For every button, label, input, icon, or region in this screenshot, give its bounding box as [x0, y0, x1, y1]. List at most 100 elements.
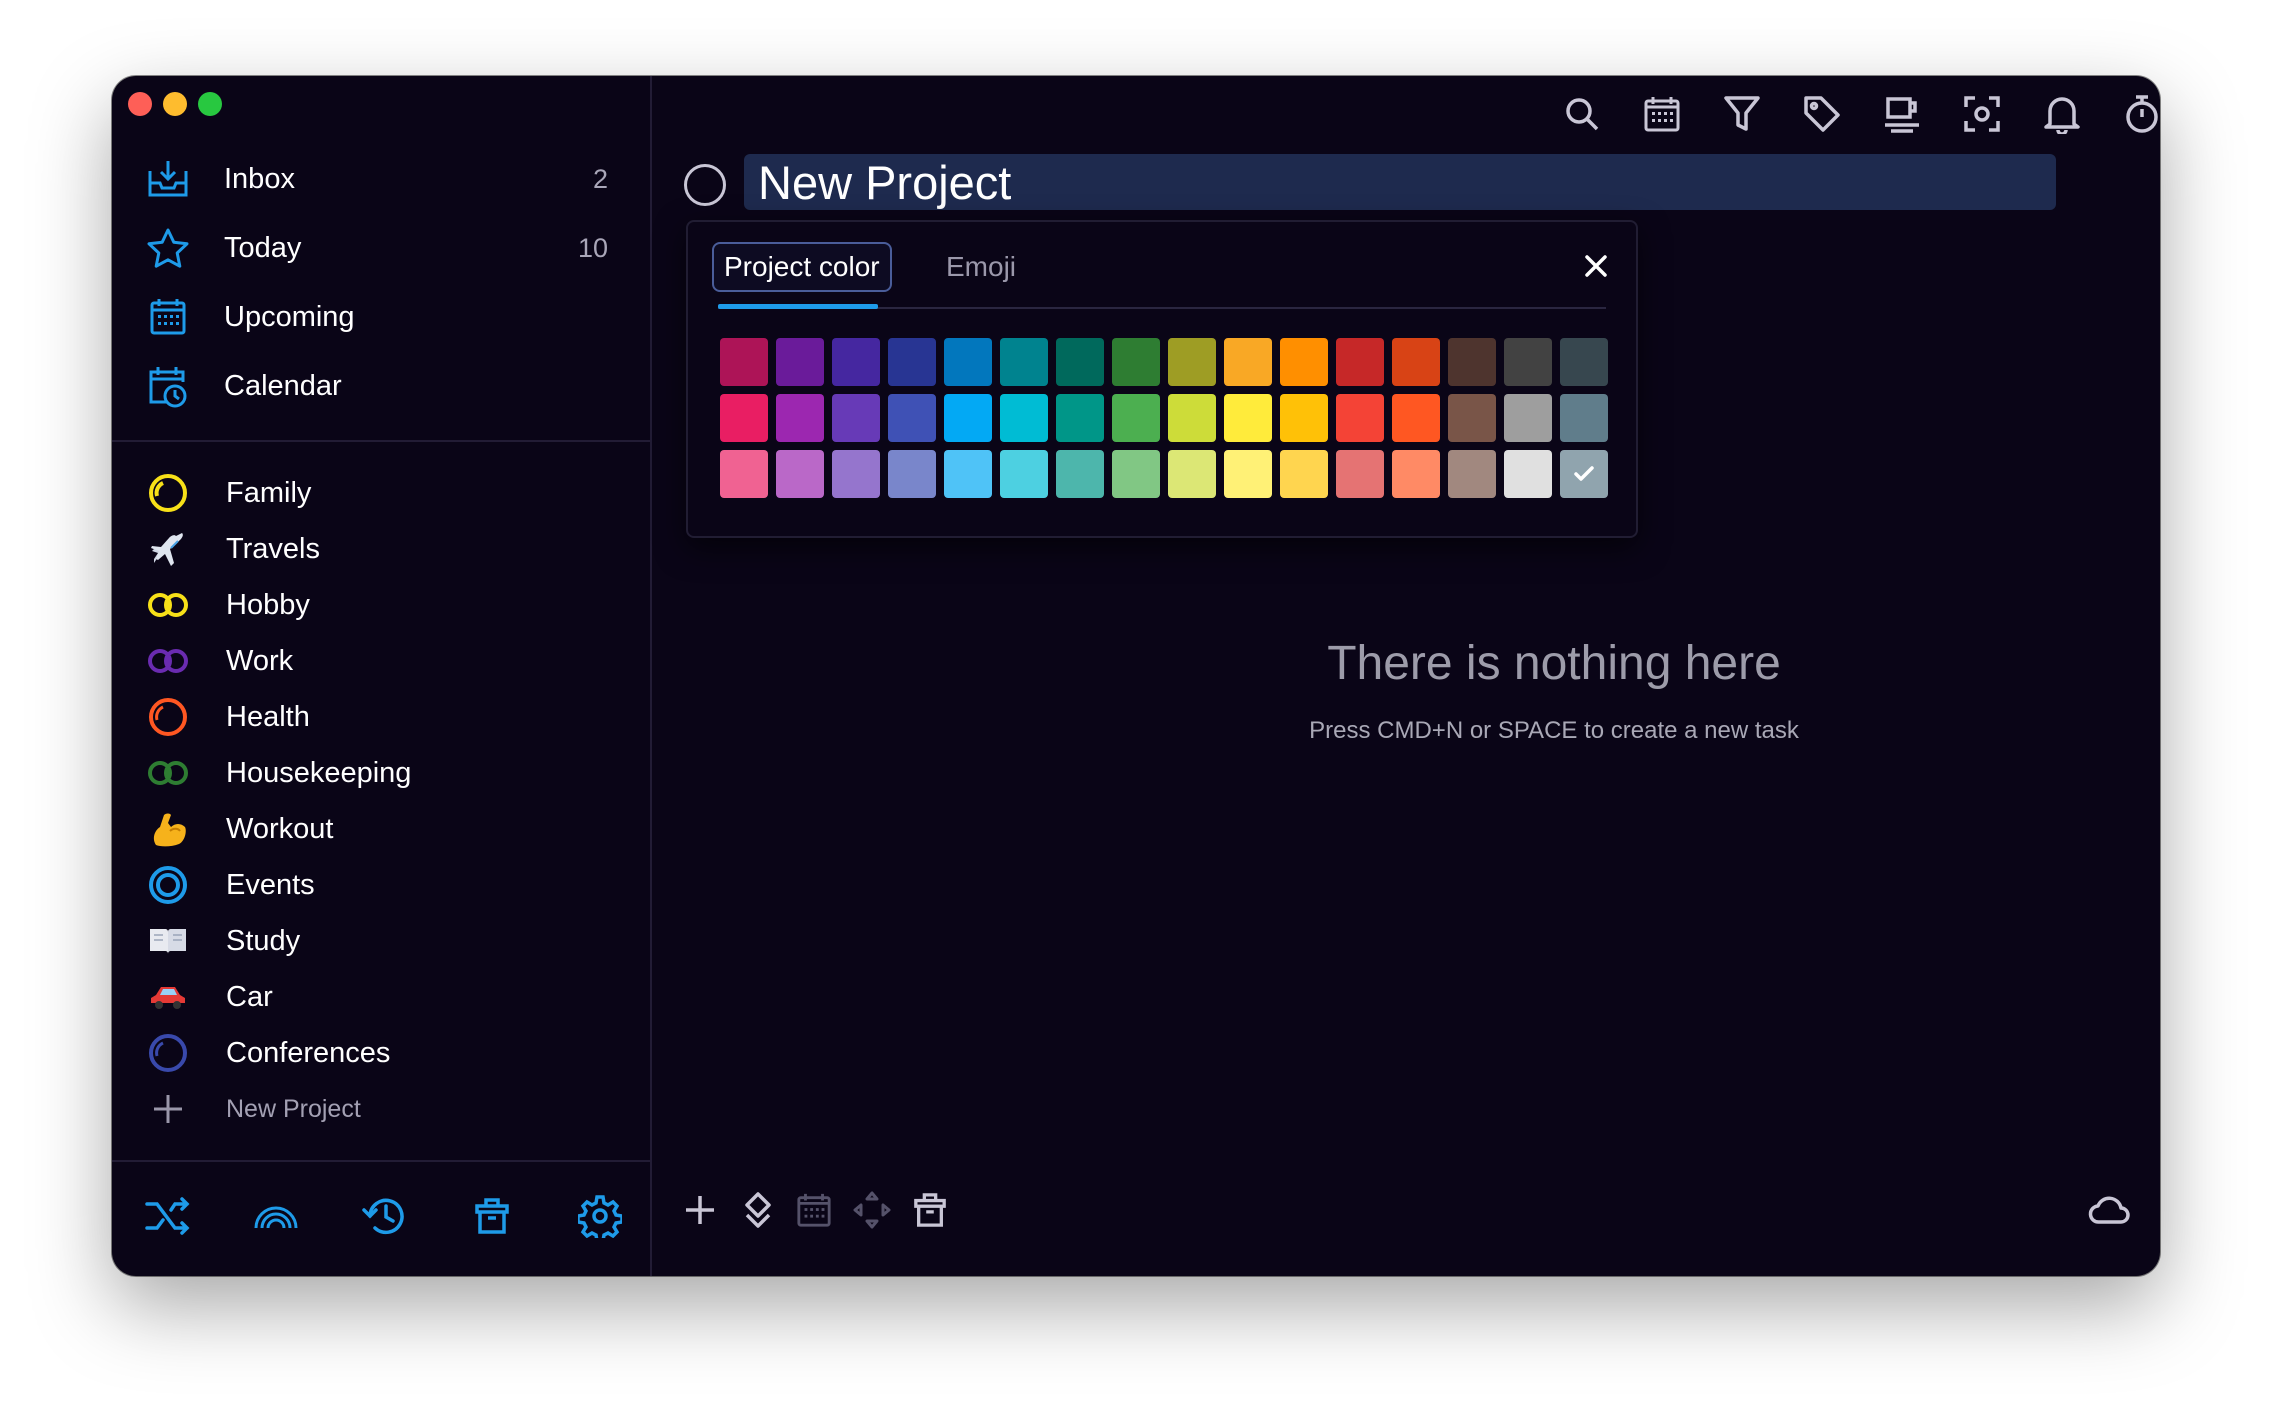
color-swatch[interactable] [1224, 450, 1272, 498]
project-travels[interactable]: Travels [144, 522, 624, 576]
move-button[interactable] [842, 1182, 902, 1242]
focus-icon [1963, 95, 2001, 138]
sidebar-item-calendar[interactable]: Calendar [144, 358, 624, 414]
schedule-button[interactable] [784, 1182, 844, 1242]
trash-button[interactable] [456, 1182, 528, 1254]
tab-project-color[interactable]: Project color [712, 242, 892, 292]
checkmark-icon [1574, 466, 1594, 481]
new-project-button[interactable]: New Project [144, 1082, 624, 1136]
color-swatch[interactable] [720, 450, 768, 498]
color-swatch[interactable] [1560, 394, 1608, 442]
sidebar-item-inbox[interactable]: Inbox 2 [144, 151, 624, 207]
project-label: Family [226, 476, 312, 509]
color-swatch[interactable] [832, 450, 880, 498]
color-swatch[interactable] [888, 338, 936, 386]
project-label: Health [226, 700, 310, 733]
color-swatch[interactable] [1112, 394, 1160, 442]
color-swatch[interactable] [720, 394, 768, 442]
color-swatch[interactable] [1168, 394, 1216, 442]
color-swatch[interactable] [1504, 338, 1552, 386]
color-swatch[interactable] [1224, 394, 1272, 442]
color-swatch[interactable] [720, 338, 768, 386]
project-title-input[interactable] [744, 154, 2056, 210]
color-swatch[interactable] [776, 338, 824, 386]
color-swatch[interactable] [1112, 450, 1160, 498]
color-swatch[interactable] [944, 394, 992, 442]
project-workout[interactable]: Workout [144, 802, 624, 856]
color-swatch[interactable] [1000, 394, 1048, 442]
color-swatch[interactable] [1448, 450, 1496, 498]
settings-button[interactable] [564, 1182, 636, 1254]
project-work[interactable]: Work [144, 634, 624, 688]
color-swatch[interactable] [1504, 394, 1552, 442]
color-swatch[interactable] [832, 394, 880, 442]
color-swatch[interactable] [1448, 338, 1496, 386]
project-study[interactable]: Study [144, 914, 624, 968]
project-complete-checkbox[interactable] [684, 164, 726, 206]
shuffle-button[interactable] [132, 1182, 204, 1254]
color-swatch[interactable] [1168, 338, 1216, 386]
double-ring-yellow-icon [144, 581, 192, 629]
search-button[interactable] [1550, 84, 1614, 148]
project-label: Workout [226, 812, 334, 845]
filter-button[interactable] [1710, 84, 1774, 148]
color-swatch[interactable] [1392, 394, 1440, 442]
color-swatch[interactable] [1224, 338, 1272, 386]
color-swatch[interactable] [1392, 450, 1440, 498]
calendar-button[interactable] [1630, 84, 1694, 148]
color-swatch[interactable] [776, 394, 824, 442]
focus-button[interactable] [1950, 84, 2014, 148]
color-swatch[interactable] [888, 450, 936, 498]
color-swatch[interactable] [1056, 450, 1104, 498]
color-swatch[interactable] [888, 394, 936, 442]
color-swatch[interactable] [1560, 450, 1608, 498]
sync-button[interactable] [2080, 1182, 2140, 1242]
history-button[interactable] [348, 1182, 420, 1254]
color-swatch[interactable] [1504, 450, 1552, 498]
color-swatch[interactable] [1392, 338, 1440, 386]
search-icon [1564, 96, 1600, 137]
timer-button[interactable] [2110, 84, 2160, 148]
color-swatch[interactable] [1168, 450, 1216, 498]
color-swatch[interactable] [1112, 338, 1160, 386]
bell-icon [2044, 94, 2080, 139]
rainbow-button[interactable] [240, 1182, 312, 1254]
color-swatch[interactable] [1056, 338, 1104, 386]
project-family[interactable]: Family [144, 466, 624, 520]
color-swatch[interactable] [1336, 450, 1384, 498]
sidebar-item-label: Upcoming [224, 300, 355, 333]
today-count: 10 [577, 232, 608, 263]
coffee-icon [1883, 95, 1921, 138]
coffee-button[interactable] [1870, 84, 1934, 148]
color-swatch[interactable] [1448, 394, 1496, 442]
color-swatch[interactable] [1560, 338, 1608, 386]
project-events[interactable]: Events [144, 858, 624, 912]
color-swatch[interactable] [1000, 450, 1048, 498]
color-swatch[interactable] [1000, 338, 1048, 386]
project-car[interactable]: Car [144, 970, 624, 1024]
sidebar-item-today[interactable]: Today 10 [144, 220, 624, 276]
notifications-button[interactable] [2030, 84, 2094, 148]
delete-button[interactable] [900, 1182, 960, 1242]
tab-emoji[interactable]: Emoji [946, 242, 1016, 292]
color-swatch[interactable] [1280, 450, 1328, 498]
project-health[interactable]: Health [144, 690, 624, 744]
project-hobby[interactable]: Hobby [144, 578, 624, 632]
color-swatch[interactable] [1280, 394, 1328, 442]
sidebar-item-upcoming[interactable]: Upcoming [144, 289, 624, 345]
project-housekeeping[interactable]: Housekeeping [144, 746, 624, 800]
color-swatch[interactable] [1280, 338, 1328, 386]
color-swatch[interactable] [1336, 338, 1384, 386]
color-swatch[interactable] [1336, 394, 1384, 442]
color-swatch[interactable] [832, 338, 880, 386]
add-task-button[interactable] [670, 1182, 730, 1242]
tag-button[interactable] [1790, 84, 1854, 148]
color-swatch[interactable] [944, 338, 992, 386]
close-icon [1584, 254, 1608, 283]
close-popover-button[interactable] [1576, 248, 1616, 288]
priority-button[interactable] [728, 1182, 788, 1242]
project-conferences[interactable]: Conferences [144, 1026, 624, 1080]
color-swatch[interactable] [944, 450, 992, 498]
color-swatch[interactable] [776, 450, 824, 498]
color-swatch[interactable] [1056, 394, 1104, 442]
